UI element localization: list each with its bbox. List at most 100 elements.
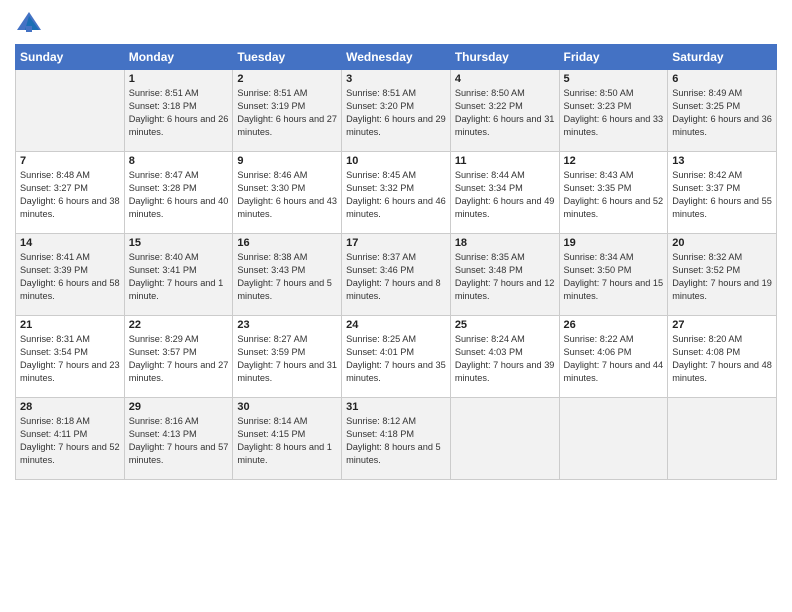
day-number: 12 (564, 155, 664, 167)
weekday-header-friday: Friday (559, 45, 668, 70)
day-info: Sunrise: 8:51 AMSunset: 3:19 PMDaylight:… (237, 87, 337, 139)
day-info: Sunrise: 8:35 AMSunset: 3:48 PMDaylight:… (455, 251, 555, 303)
day-info: Sunrise: 8:48 AMSunset: 3:27 PMDaylight:… (20, 169, 120, 221)
calendar-cell: 28 Sunrise: 8:18 AMSunset: 4:11 PMDayligh… (16, 398, 125, 480)
header (15, 10, 777, 38)
calendar-cell: 30 Sunrise: 8:14 AMSunset: 4:15 PMDayligh… (233, 398, 342, 480)
day-info: Sunrise: 8:24 AMSunset: 4:03 PMDaylight:… (455, 333, 555, 385)
calendar-cell: 24 Sunrise: 8:25 AMSunset: 4:01 PMDayligh… (342, 316, 451, 398)
logo (15, 10, 47, 38)
calendar-cell: 17 Sunrise: 8:37 AMSunset: 3:46 PMDayligh… (342, 234, 451, 316)
calendar-week-row: 7 Sunrise: 8:48 AMSunset: 3:27 PMDaylight… (16, 152, 777, 234)
day-number: 20 (672, 237, 772, 249)
calendar-cell: 10 Sunrise: 8:45 AMSunset: 3:32 PMDayligh… (342, 152, 451, 234)
calendar-page: SundayMondayTuesdayWednesdayThursdayFrid… (0, 0, 792, 612)
day-number: 2 (237, 73, 337, 85)
calendar-cell (450, 398, 559, 480)
day-number: 6 (672, 73, 772, 85)
calendar-cell: 8 Sunrise: 8:47 AMSunset: 3:28 PMDaylight… (124, 152, 233, 234)
day-number: 16 (237, 237, 337, 249)
day-number: 13 (672, 155, 772, 167)
day-info: Sunrise: 8:38 AMSunset: 3:43 PMDaylight:… (237, 251, 337, 303)
day-info: Sunrise: 8:14 AMSunset: 4:15 PMDaylight:… (237, 415, 337, 467)
day-info: Sunrise: 8:47 AMSunset: 3:28 PMDaylight:… (129, 169, 229, 221)
day-info: Sunrise: 8:41 AMSunset: 3:39 PMDaylight:… (20, 251, 120, 303)
weekday-header-row: SundayMondayTuesdayWednesdayThursdayFrid… (16, 45, 777, 70)
calendar-cell: 2 Sunrise: 8:51 AMSunset: 3:19 PMDaylight… (233, 70, 342, 152)
day-number: 23 (237, 319, 337, 331)
day-number: 26 (564, 319, 664, 331)
day-info: Sunrise: 8:49 AMSunset: 3:25 PMDaylight:… (672, 87, 772, 139)
calendar-cell: 1Sunrise: 8:51 AMSunset: 3:18 PMDaylight… (124, 70, 233, 152)
calendar-week-row: 1Sunrise: 8:51 AMSunset: 3:18 PMDaylight… (16, 70, 777, 152)
weekday-header-wednesday: Wednesday (342, 45, 451, 70)
day-info: Sunrise: 8:22 AMSunset: 4:06 PMDaylight:… (564, 333, 664, 385)
day-info: Sunrise: 8:51 AMSunset: 3:20 PMDaylight:… (346, 87, 446, 139)
calendar-cell: 7 Sunrise: 8:48 AMSunset: 3:27 PMDaylight… (16, 152, 125, 234)
calendar-cell: 18 Sunrise: 8:35 AMSunset: 3:48 PMDayligh… (450, 234, 559, 316)
day-info: Sunrise: 8:20 AMSunset: 4:08 PMDaylight:… (672, 333, 772, 385)
calendar-cell: 20 Sunrise: 8:32 AMSunset: 3:52 PMDayligh… (668, 234, 777, 316)
day-number: 4 (455, 73, 555, 85)
weekday-header-saturday: Saturday (668, 45, 777, 70)
day-number: 8 (129, 155, 229, 167)
calendar-cell: 9 Sunrise: 8:46 AMSunset: 3:30 PMDaylight… (233, 152, 342, 234)
weekday-header-thursday: Thursday (450, 45, 559, 70)
day-number: 9 (237, 155, 337, 167)
calendar-cell: 22Sunrise: 8:29 AMSunset: 3:57 PMDayligh… (124, 316, 233, 398)
weekday-header-sunday: Sunday (16, 45, 125, 70)
calendar-table: SundayMondayTuesdayWednesdayThursdayFrid… (15, 44, 777, 480)
calendar-cell (16, 70, 125, 152)
day-info: Sunrise: 8:40 AMSunset: 3:41 PMDaylight:… (129, 251, 229, 303)
calendar-cell: 26 Sunrise: 8:22 AMSunset: 4:06 PMDayligh… (559, 316, 668, 398)
day-info: Sunrise: 8:50 AMSunset: 3:22 PMDaylight:… (455, 87, 555, 139)
calendar-cell (668, 398, 777, 480)
day-number: 3 (346, 73, 446, 85)
day-info: Sunrise: 8:27 AMSunset: 3:59 PMDaylight:… (237, 333, 337, 385)
day-number: 30 (237, 401, 337, 413)
day-number: 29 (129, 401, 229, 413)
calendar-cell: 11Sunrise: 8:44 AMSunset: 3:34 PMDayligh… (450, 152, 559, 234)
calendar-cell: 5Sunrise: 8:50 AMSunset: 3:23 PMDaylight… (559, 70, 668, 152)
day-info: Sunrise: 8:37 AMSunset: 3:46 PMDaylight:… (346, 251, 446, 303)
day-number: 7 (20, 155, 120, 167)
day-number: 15 (129, 237, 229, 249)
calendar-cell: 3 Sunrise: 8:51 AMSunset: 3:20 PMDaylight… (342, 70, 451, 152)
day-info: Sunrise: 8:32 AMSunset: 3:52 PMDaylight:… (672, 251, 772, 303)
calendar-cell: 15 Sunrise: 8:40 AMSunset: 3:41 PMDayligh… (124, 234, 233, 316)
day-info: Sunrise: 8:46 AMSunset: 3:30 PMDaylight:… (237, 169, 337, 221)
weekday-header-monday: Monday (124, 45, 233, 70)
calendar-week-row: 21Sunrise: 8:31 AMSunset: 3:54 PMDayligh… (16, 316, 777, 398)
calendar-cell: 13 Sunrise: 8:42 AMSunset: 3:37 PMDayligh… (668, 152, 777, 234)
day-number: 22 (129, 319, 229, 331)
day-info: Sunrise: 8:42 AMSunset: 3:37 PMDaylight:… (672, 169, 772, 221)
day-number: 18 (455, 237, 555, 249)
day-info: Sunrise: 8:18 AMSunset: 4:11 PMDaylight:… (20, 415, 120, 467)
day-number: 31 (346, 401, 446, 413)
day-number: 25 (455, 319, 555, 331)
day-number: 28 (20, 401, 120, 413)
day-number: 24 (346, 319, 446, 331)
calendar-cell: 12 Sunrise: 8:43 AMSunset: 3:35 PMDayligh… (559, 152, 668, 234)
weekday-header-tuesday: Tuesday (233, 45, 342, 70)
calendar-cell: 27 Sunrise: 8:20 AMSunset: 4:08 PMDayligh… (668, 316, 777, 398)
day-info: Sunrise: 8:43 AMSunset: 3:35 PMDaylight:… (564, 169, 664, 221)
day-number: 10 (346, 155, 446, 167)
calendar-week-row: 14 Sunrise: 8:41 AMSunset: 3:39 PMDayligh… (16, 234, 777, 316)
day-info: Sunrise: 8:12 AMSunset: 4:18 PMDaylight:… (346, 415, 446, 467)
day-info: Sunrise: 8:31 AMSunset: 3:54 PMDaylight:… (20, 333, 120, 385)
day-info: Sunrise: 8:45 AMSunset: 3:32 PMDaylight:… (346, 169, 446, 221)
calendar-cell (559, 398, 668, 480)
day-number: 17 (346, 237, 446, 249)
calendar-cell: 6 Sunrise: 8:49 AMSunset: 3:25 PMDaylight… (668, 70, 777, 152)
day-info: Sunrise: 8:25 AMSunset: 4:01 PMDaylight:… (346, 333, 446, 385)
calendar-week-row: 28 Sunrise: 8:18 AMSunset: 4:11 PMDayligh… (16, 398, 777, 480)
calendar-cell: 29 Sunrise: 8:16 AMSunset: 4:13 PMDayligh… (124, 398, 233, 480)
day-info: Sunrise: 8:16 AMSunset: 4:13 PMDaylight:… (129, 415, 229, 467)
day-number: 27 (672, 319, 772, 331)
calendar-cell: 31 Sunrise: 8:12 AMSunset: 4:18 PMDayligh… (342, 398, 451, 480)
day-number: 14 (20, 237, 120, 249)
day-info: Sunrise: 8:34 AMSunset: 3:50 PMDaylight:… (564, 251, 664, 303)
logo-icon (15, 10, 43, 38)
day-number: 1 (129, 73, 229, 85)
